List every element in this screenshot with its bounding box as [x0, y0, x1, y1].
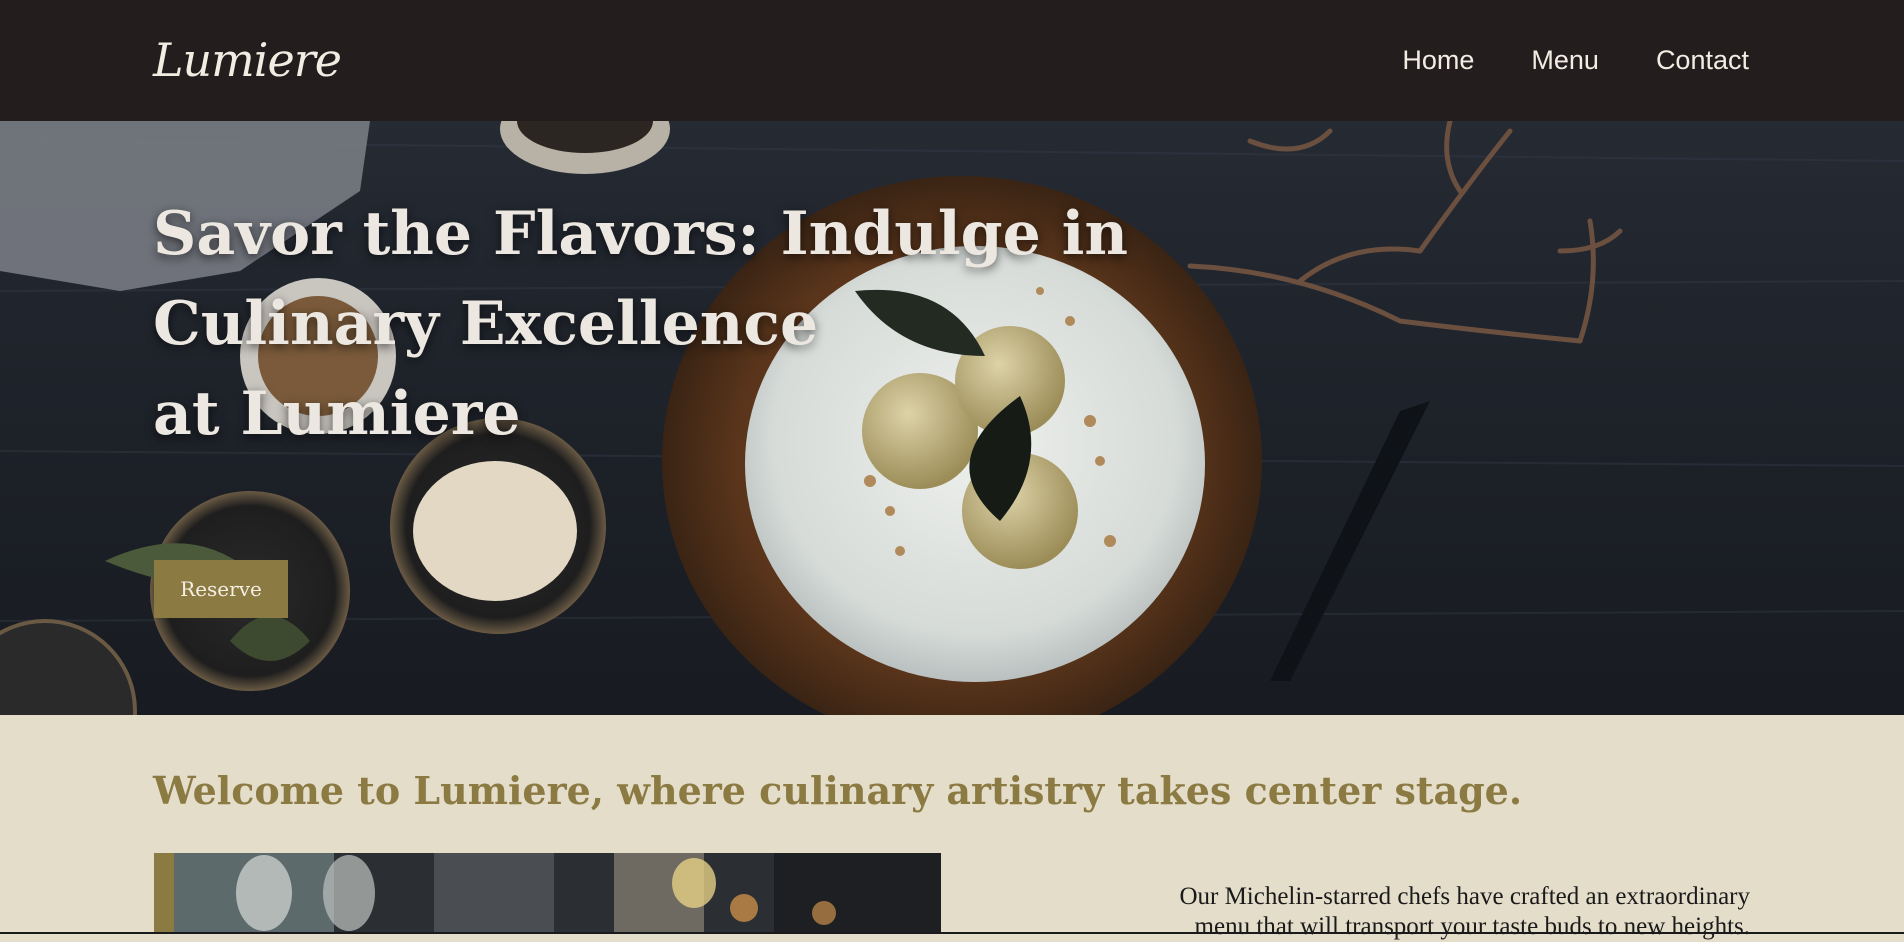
dining-image	[174, 853, 941, 934]
welcome-description-line-2: menu that will transport your taste buds…	[1194, 913, 1750, 940]
hero-title: Savor the Flavors: Indulge in Culinary E…	[153, 189, 1153, 459]
hero-section: Savor the Flavors: Indulge in Culinary E…	[0, 121, 1904, 715]
restaurant-photo	[154, 853, 941, 934]
welcome-heading: Welcome to Lumiere, where culinary artis…	[153, 768, 1523, 813]
nav-item-menu[interactable]: Menu	[1531, 40, 1599, 80]
site-header: Lumiere Home Menu Contact	[0, 0, 1904, 121]
logo[interactable]: Lumiere	[153, 30, 342, 90]
welcome-description-line-1: Our Michelin-starred chefs have crafted …	[1179, 883, 1750, 910]
reserve-button[interactable]: Reserve	[154, 560, 288, 618]
nav-item-home[interactable]: Home	[1402, 40, 1474, 80]
hero-title-line-2: Culinary Excellence	[153, 289, 819, 359]
hero-title-line-1: Savor the Flavors: Indulge in	[153, 199, 1129, 269]
nav-item-contact[interactable]: Contact	[1656, 40, 1749, 80]
hero-title-line-3: at Lumiere	[153, 379, 521, 449]
main-nav: Home Menu Contact	[1402, 40, 1749, 80]
